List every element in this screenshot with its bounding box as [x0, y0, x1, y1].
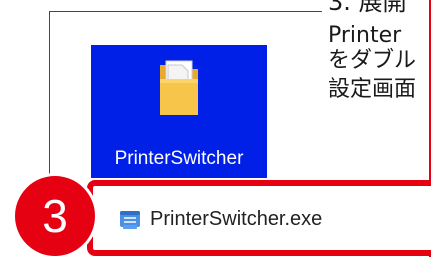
- instruction-line-2: Printer: [328, 23, 402, 48]
- callout-line-top: [49, 11, 322, 12]
- desktop-folder-printerswitcher[interactable]: PrinterSwitcher: [91, 45, 267, 178]
- file-name-label: PrinterSwitcher.exe: [150, 208, 323, 230]
- file-item-printerswitcher-exe[interactable]: PrinterSwitcher.exe: [102, 196, 431, 242]
- instruction-text: 3. 展開 Printer をダブル 設定画面: [328, 0, 431, 102]
- folder-label: PrinterSwitcher: [114, 148, 244, 169]
- step-number-badge: 3: [12, 173, 98, 259]
- instruction-line-1: 3. 展開: [328, 0, 407, 16]
- application-exe-icon: [120, 211, 140, 229]
- folder-icon: [160, 60, 198, 115]
- instruction-line-4: 設定画面: [328, 77, 417, 102]
- instruction-line-3: をダブル: [328, 48, 417, 73]
